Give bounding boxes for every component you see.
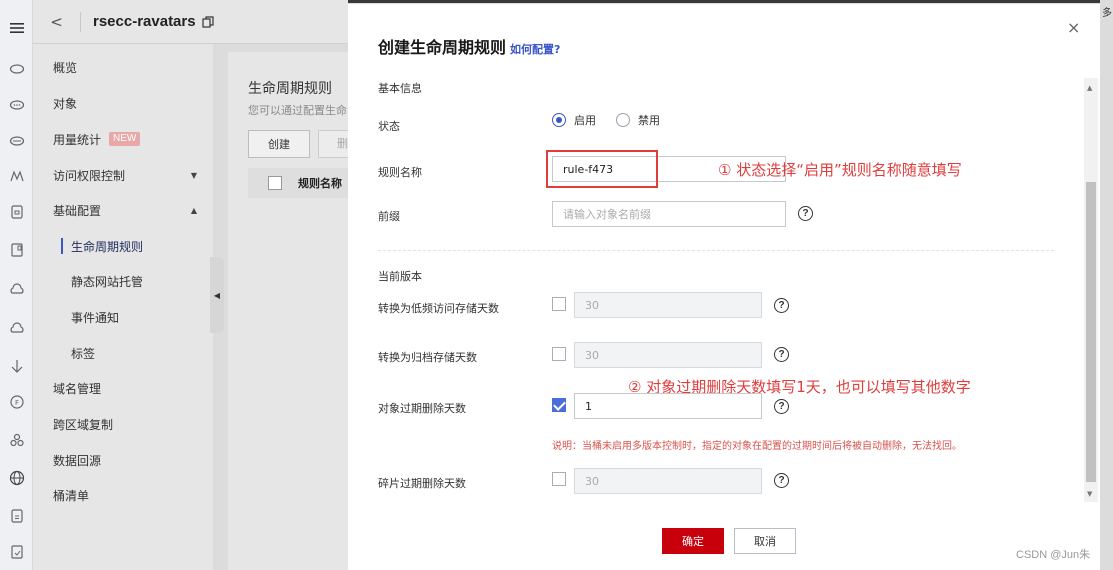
watermark: CSDN @Jun朱	[1016, 549, 1091, 561]
document-icon[interactable]	[0, 238, 33, 262]
fragment-checkbox[interactable]	[552, 472, 566, 486]
select-all-checkbox[interactable]	[268, 176, 282, 190]
bucket-header: < rsecc-ravatars	[33, 0, 348, 44]
link-icon[interactable]	[0, 428, 33, 452]
section-basic-info: 基本信息	[378, 82, 422, 95]
cancel-button[interactable]: 取消	[734, 528, 796, 554]
document-icon[interactable]	[0, 504, 33, 528]
sidebar-item-lifecycle[interactable]: 生命周期规则	[33, 231, 213, 261]
section-current-version: 当前版本	[378, 270, 422, 283]
sidebar-item-overview[interactable]: 概览	[33, 52, 213, 82]
copy-icon[interactable]	[201, 15, 214, 28]
cloud-icon[interactable]	[0, 92, 33, 116]
confirm-button[interactable]: 确定	[662, 528, 724, 554]
highlight-box	[546, 150, 658, 188]
sidebar-item-basic-config[interactable]: 基础配置 ▲	[33, 195, 213, 225]
dialog-title: 创建生命周期规则 如何配置?	[378, 38, 561, 57]
fragment-days-input[interactable]: 30	[574, 468, 762, 494]
page-title: 生命周期规则	[248, 81, 332, 97]
create-button[interactable]: 创建	[248, 130, 310, 158]
svg-text:F: F	[14, 399, 18, 407]
annotation-step-1: ① 状态选择“启用”规则名称随意填写	[718, 161, 962, 179]
document-icon[interactable]	[0, 540, 33, 564]
to-ia-checkbox[interactable]	[552, 297, 566, 311]
fragment-label: 碎片过期删除天数	[378, 477, 466, 490]
page-content: 生命周期规则 您可以通过配置生命 创建 删 规则名称	[228, 52, 358, 570]
menu-icon[interactable]	[0, 16, 33, 40]
back-button[interactable]: <	[33, 11, 81, 32]
circle-icon[interactable]: F	[0, 390, 33, 414]
to-ia-days-input[interactable]: 30	[574, 292, 762, 318]
prefix-input[interactable]: 请输入对象名前缀	[552, 201, 786, 227]
status-disable-radio[interactable]: 禁用	[616, 112, 660, 128]
to-ia-label: 转换为低频访问存储天数	[378, 302, 499, 315]
create-lifecycle-dialog: 创建生命周期规则 如何配置? × 基本信息 状态 启用 禁用 规则名称 rule-…	[348, 4, 1100, 570]
side-navigation: 概览 对象 用量统计 NEW 访问权限控制 ▼ 基础配置 ▲ 生命周期规则 静态网站托…	[33, 44, 213, 570]
new-badge: NEW	[109, 132, 141, 146]
help-icon[interactable]: ?	[774, 298, 789, 313]
document-icon[interactable]	[0, 200, 33, 224]
sidebar-item-back-to-source[interactable]: 数据回源	[33, 445, 213, 475]
to-archive-days-input[interactable]: 30	[574, 342, 762, 368]
status-enable-radio[interactable]: 启用	[552, 112, 596, 128]
cloud-icon[interactable]	[0, 316, 33, 340]
sidebar-item-tags[interactable]: 标签	[33, 338, 213, 368]
caret-up-icon: ▲	[190, 205, 197, 215]
section-divider	[378, 250, 1054, 251]
bucket-name: rsecc-ravatars	[93, 13, 196, 30]
scroll-up-icon[interactable]: ▲	[1087, 84, 1092, 92]
icon-rail: F	[0, 0, 33, 570]
column-rule-name: 规则名称	[298, 177, 342, 190]
sidebar-item-static-website[interactable]: 静态网站托管	[33, 266, 213, 296]
cloud-icon[interactable]	[0, 128, 33, 152]
caret-down-icon: ▼	[190, 170, 197, 180]
help-icon[interactable]: ?	[774, 347, 789, 362]
close-icon[interactable]: ×	[1067, 18, 1080, 37]
scrollbar-thumb[interactable]	[1086, 182, 1096, 482]
cloud-icon[interactable]	[0, 278, 33, 302]
expire-days-input[interactable]: 1	[574, 393, 762, 419]
help-icon[interactable]: ?	[798, 206, 813, 221]
sidebar-item-inventory[interactable]: 桶清单	[33, 480, 213, 510]
rule-name-label: 规则名称	[378, 166, 422, 179]
help-icon[interactable]: ?	[774, 473, 789, 488]
sidebar-item-access-control[interactable]: 访问权限控制 ▼	[33, 160, 213, 190]
person-icon[interactable]	[0, 164, 33, 188]
dialog-scrollbar[interactable]: ▲ ▼	[1084, 78, 1098, 502]
right-edge-text: 多	[1102, 8, 1112, 19]
right-edge-panel: 多	[1100, 0, 1113, 570]
sidebar-item-event-notify[interactable]: 事件通知	[33, 302, 213, 332]
expire-checkbox[interactable]	[552, 398, 566, 412]
table-header: 规则名称	[248, 168, 348, 198]
anchor-icon[interactable]	[0, 354, 33, 378]
radio-selected-icon	[552, 113, 566, 127]
page-description: 您可以通过配置生命	[248, 104, 347, 117]
status-label: 状态	[378, 120, 400, 133]
sidebar-item-objects[interactable]: 对象	[33, 88, 213, 118]
help-icon[interactable]: ?	[774, 399, 789, 414]
expire-note: 说明：当桶未启用多版本控制时，指定的对象在配置的过期时间后将被自动删除，无法找回…	[552, 441, 962, 452]
prefix-label: 前缀	[378, 210, 400, 223]
to-archive-checkbox[interactable]	[552, 347, 566, 361]
sidebar-collapse-handle[interactable]: ◀	[210, 257, 224, 333]
cloud-icon[interactable]	[0, 56, 33, 80]
scroll-down-icon[interactable]: ▼	[1087, 490, 1092, 498]
sidebar-item-domain[interactable]: 域名管理	[33, 373, 213, 403]
to-archive-label: 转换为归档存储天数	[378, 351, 477, 364]
sidebar-item-usage[interactable]: 用量统计 NEW	[33, 124, 213, 154]
expire-label: 对象过期删除天数	[378, 402, 466, 415]
sidebar-item-cross-region[interactable]: 跨区域复制	[33, 409, 213, 439]
radio-unselected-icon	[616, 113, 630, 127]
globe-icon[interactable]	[0, 466, 33, 490]
how-to-configure-link[interactable]: 如何配置?	[510, 43, 560, 56]
caret-left-icon: ◀	[213, 290, 221, 300]
